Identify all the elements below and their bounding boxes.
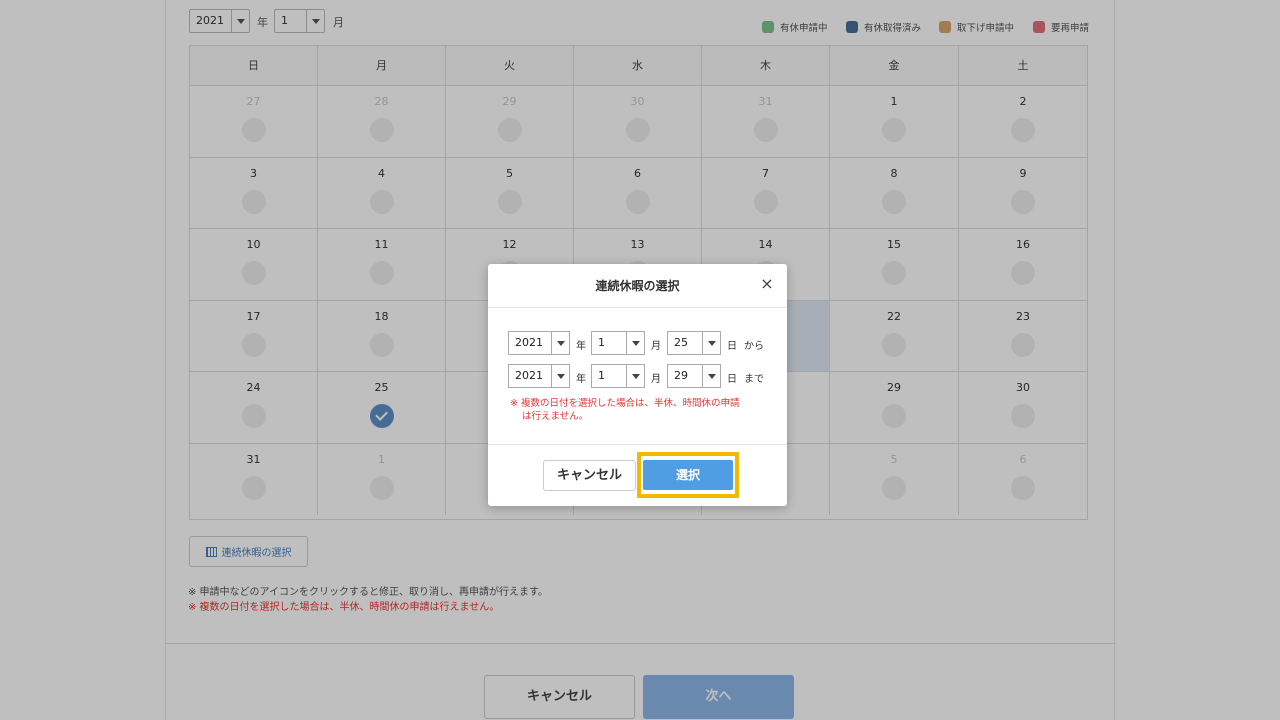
- year-unit-label: 年: [576, 374, 586, 385]
- from-day-value: 25: [674, 336, 688, 349]
- from-suffix-label: から: [744, 341, 764, 352]
- dialog-warning: ※ 複数の日付を選択した場合は、半休、時間休の申請 は行えません。: [510, 397, 770, 423]
- chevron-down-icon: [702, 365, 720, 387]
- to-month-value: 1: [598, 369, 605, 382]
- dialog-warning-line2: は行えません。: [522, 411, 589, 422]
- to-suffix-label: まで: [744, 374, 764, 385]
- day-unit-label: 日: [727, 374, 737, 385]
- month-unit-label: 月: [651, 374, 661, 385]
- to-year-select[interactable]: 2021: [508, 364, 570, 388]
- dialog-cancel-button[interactable]: キャンセル: [543, 460, 636, 491]
- to-month-select[interactable]: 1: [591, 364, 645, 388]
- consecutive-leave-dialog: 連続休暇の選択 × 2021 年 1 月 25 日 から 2021 年 1 月 …: [488, 264, 787, 506]
- to-day-value: 29: [674, 369, 688, 382]
- month-unit-label: 月: [651, 341, 661, 352]
- dialog-title: 連続休暇の選択: [488, 264, 787, 308]
- year-unit-label: 年: [576, 341, 586, 352]
- dialog-footer-divider: [488, 444, 787, 445]
- day-unit-label: 日: [727, 341, 737, 352]
- chevron-down-icon: [551, 365, 569, 387]
- to-day-select[interactable]: 29: [667, 364, 721, 388]
- dialog-select-button[interactable]: 選択: [643, 460, 733, 490]
- from-month-value: 1: [598, 336, 605, 349]
- from-year-value: 2021: [515, 336, 543, 349]
- chevron-down-icon: [626, 332, 644, 354]
- from-month-select[interactable]: 1: [591, 331, 645, 355]
- dialog-warning-line1: ※ 複数の日付を選択した場合は、半休、時間休の申請: [510, 398, 740, 409]
- chevron-down-icon: [626, 365, 644, 387]
- from-year-select[interactable]: 2021: [508, 331, 570, 355]
- to-year-value: 2021: [515, 369, 543, 382]
- from-day-select[interactable]: 25: [667, 331, 721, 355]
- chevron-down-icon: [551, 332, 569, 354]
- chevron-down-icon: [702, 332, 720, 354]
- close-icon[interactable]: ×: [759, 276, 775, 292]
